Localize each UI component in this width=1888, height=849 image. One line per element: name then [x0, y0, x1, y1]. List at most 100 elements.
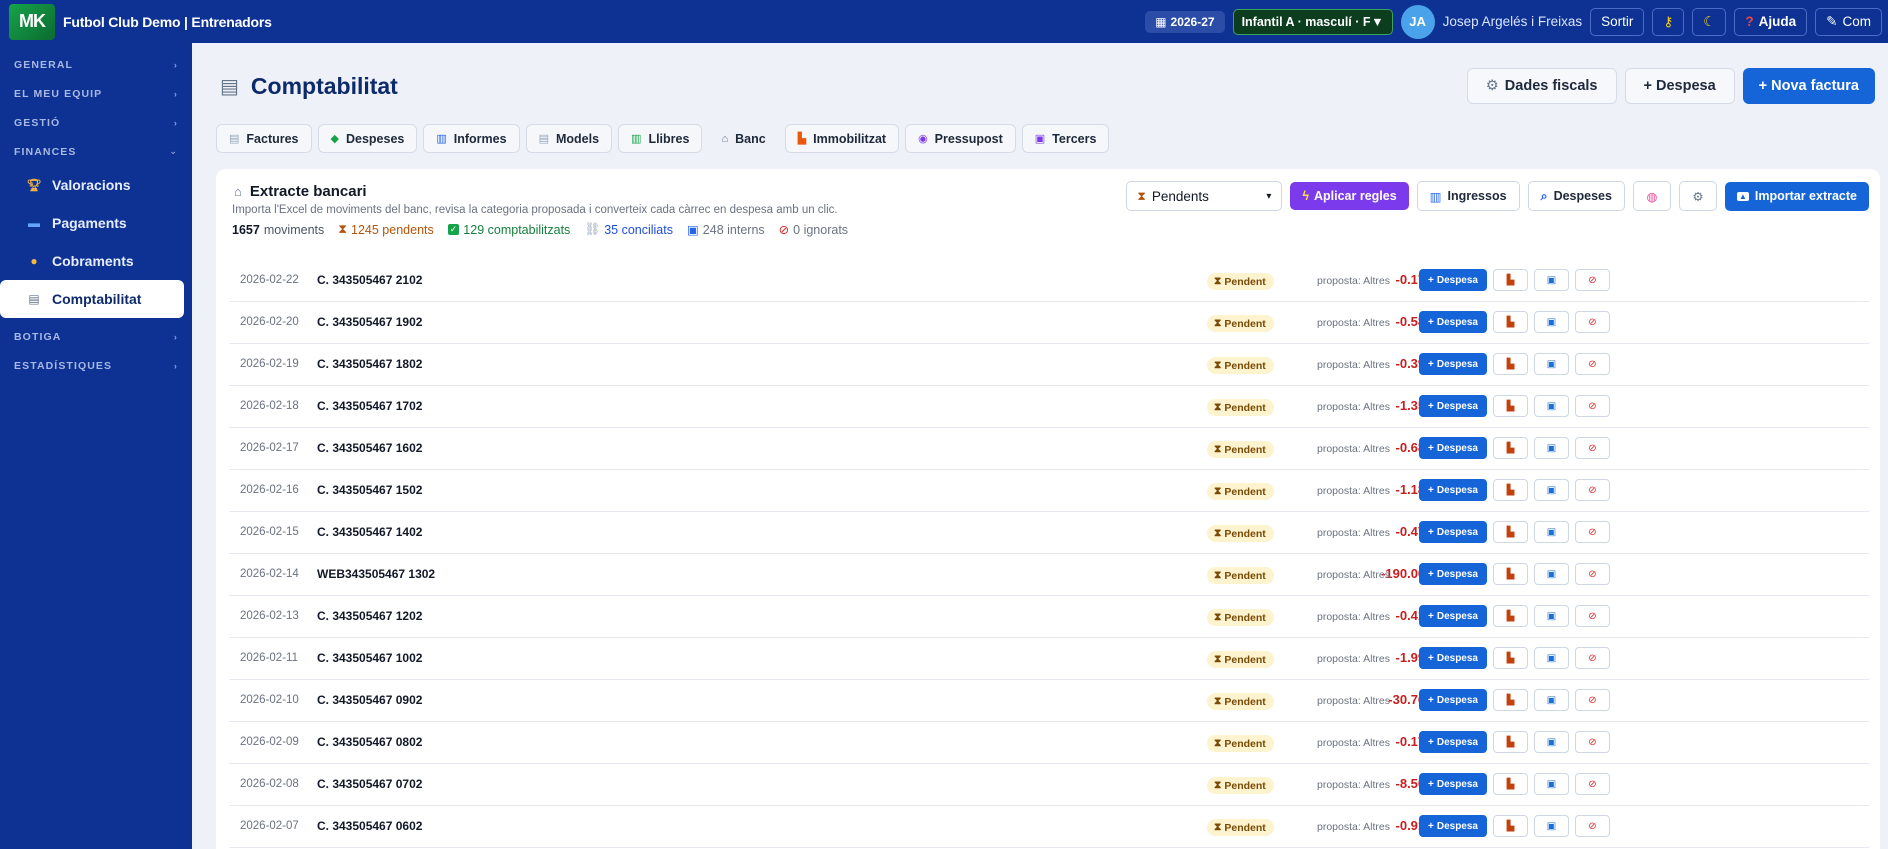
- tab-factures[interactable]: ▤ Factures: [216, 124, 312, 153]
- tab-immobilitzat[interactable]: ▙ Immobilitzat: [784, 124, 900, 153]
- asset-button[interactable]: ▙: [1492, 773, 1528, 795]
- tab-tercers[interactable]: ▣ Tercers: [1021, 124, 1110, 153]
- new-invoice-button[interactable]: + Nova factura: [1742, 68, 1875, 104]
- key-icon: ⚷: [1663, 13, 1674, 29]
- table-row: 2026-02-14 WEB343505467 1302 -190.00 € ⧗ Pen…: [229, 554, 1869, 596]
- settings-button[interactable]: ⚙: [1678, 181, 1717, 211]
- create-expense-button[interactable]: + Despesa: [1419, 353, 1487, 375]
- key-button[interactable]: ⚷: [1652, 7, 1685, 36]
- internal-transfer-button[interactable]: ▣: [1533, 647, 1569, 669]
- internal-transfer-button[interactable]: ▣: [1533, 437, 1569, 459]
- avatar[interactable]: JA: [1400, 4, 1435, 39]
- internal-transfer-button[interactable]: ▣: [1533, 353, 1569, 375]
- internal-transfer-button[interactable]: ▣: [1533, 731, 1569, 753]
- apply-rules-button[interactable]: ϟ Aplicar regles: [1290, 182, 1409, 210]
- internal-transfer-button[interactable]: ▣: [1533, 395, 1569, 417]
- asset-button[interactable]: ▙: [1492, 311, 1528, 333]
- incomes-button[interactable]: ▥ Ingressos: [1416, 181, 1520, 211]
- internal-transfer-button[interactable]: ▣: [1533, 311, 1569, 333]
- internal-transfer-button[interactable]: ▣: [1533, 563, 1569, 585]
- team-select[interactable]: Infantil A · masculí · F ▼: [1232, 8, 1393, 35]
- transactions-list: 2026-02-22 C. 343505467 2102 -0.17 € ⧗ Pende…: [229, 260, 1869, 848]
- asset-button[interactable]: ▙: [1492, 605, 1528, 627]
- internal-transfer-button[interactable]: ▣: [1533, 815, 1569, 837]
- season-badge[interactable]: ▦ 2026-27: [1145, 10, 1225, 33]
- ignore-button[interactable]: ⊘: [1574, 437, 1610, 459]
- ban-icon: ⊘: [1588, 484, 1597, 496]
- asset-button[interactable]: ▙: [1492, 815, 1528, 837]
- ignore-button[interactable]: ⊘: [1574, 815, 1610, 837]
- ignore-button[interactable]: ⊘: [1574, 395, 1610, 417]
- ignore-button[interactable]: ⊘: [1574, 689, 1610, 711]
- bank-icon: ⌂: [721, 132, 729, 145]
- help-button[interactable]: ? Ajuda: [1734, 7, 1808, 36]
- ignore-button[interactable]: ⊘: [1574, 269, 1610, 291]
- create-expense-button[interactable]: + Despesa: [1419, 395, 1487, 417]
- fiscal-data-button[interactable]: ⚙ Dades fiscals: [1466, 68, 1617, 104]
- create-expense-button[interactable]: + Despesa: [1419, 479, 1487, 501]
- asset-button[interactable]: ▙: [1492, 647, 1528, 669]
- create-expense-button[interactable]: + Despesa: [1419, 311, 1487, 333]
- internal-transfer-button[interactable]: ▣: [1533, 605, 1569, 627]
- app-logo[interactable]: MK: [9, 3, 55, 40]
- tab-models[interactable]: ▤ Models: [525, 124, 613, 153]
- ai-categorize-button[interactable]: ◍: [1632, 181, 1671, 211]
- create-expense-button[interactable]: + Despesa: [1419, 521, 1487, 543]
- sidebar-section-finances[interactable]: FINANCES ⌄: [0, 137, 192, 166]
- create-expense-button[interactable]: + Despesa: [1419, 563, 1487, 585]
- sidebar-section-el-meu-equip[interactable]: EL MEU EQUIP ›: [0, 79, 192, 108]
- sidebar-item-cobraments[interactable]: ● Cobraments: [0, 242, 192, 280]
- hourglass-icon: ⧗: [1214, 737, 1222, 749]
- sidebar-item-valoracions[interactable]: 🏆︎ Valoracions: [0, 166, 192, 204]
- asset-button[interactable]: ▙: [1492, 395, 1528, 417]
- ignore-button[interactable]: ⊘: [1574, 773, 1610, 795]
- asset-button[interactable]: ▙: [1492, 437, 1528, 459]
- ignore-button[interactable]: ⊘: [1574, 647, 1610, 669]
- tab-pressupost[interactable]: ◉ Pressupost: [905, 124, 1016, 153]
- sidebar-item-pagaments[interactable]: ▬ Pagaments: [0, 204, 192, 242]
- sidebar-section-estadistiques[interactable]: ESTADÍSTIQUES ›: [0, 351, 192, 380]
- create-expense-button[interactable]: + Despesa: [1419, 269, 1487, 291]
- asset-button[interactable]: ▙: [1492, 353, 1528, 375]
- asset-button[interactable]: ▙: [1492, 689, 1528, 711]
- sidebar-section-general[interactable]: GENERAL ›: [0, 50, 192, 79]
- ignore-button[interactable]: ⊘: [1574, 353, 1610, 375]
- create-expense-button[interactable]: + Despesa: [1419, 689, 1487, 711]
- logout-button[interactable]: Sortir: [1590, 7, 1645, 36]
- ignore-button[interactable]: ⊘: [1574, 479, 1610, 501]
- internal-transfer-button[interactable]: ▣: [1533, 479, 1569, 501]
- asset-button[interactable]: ▙: [1492, 521, 1528, 543]
- tab-informes[interactable]: ▥ Informes: [423, 124, 520, 153]
- ignore-button[interactable]: ⊘: [1574, 731, 1610, 753]
- create-expense-button[interactable]: + Despesa: [1419, 437, 1487, 459]
- dark-mode-button[interactable]: ☾: [1692, 7, 1727, 36]
- share-button[interactable]: ✎ Com: [1815, 7, 1882, 36]
- ignore-button[interactable]: ⊘: [1574, 605, 1610, 627]
- create-expense-button[interactable]: + Despesa: [1419, 647, 1487, 669]
- expenses-button[interactable]: ⌕ Despeses: [1527, 181, 1625, 211]
- create-expense-button[interactable]: + Despesa: [1419, 815, 1487, 837]
- sidebar-section-gestio[interactable]: GESTIÓ ›: [0, 108, 192, 137]
- create-expense-button[interactable]: + Despesa: [1419, 731, 1487, 753]
- tab-llibres[interactable]: ▥ Llibres: [618, 124, 703, 153]
- create-expense-button[interactable]: + Despesa: [1419, 605, 1487, 627]
- asset-button[interactable]: ▙: [1492, 731, 1528, 753]
- asset-button[interactable]: ▙: [1492, 563, 1528, 585]
- asset-button[interactable]: ▙: [1492, 269, 1528, 291]
- sidebar-item-comptabilitat[interactable]: ▤ Comptabilitat: [0, 280, 184, 318]
- sidebar-section-botiga[interactable]: BOTIGA ›: [0, 322, 192, 351]
- internal-transfer-button[interactable]: ▣: [1533, 521, 1569, 543]
- internal-transfer-button[interactable]: ▣: [1533, 773, 1569, 795]
- ignore-button[interactable]: ⊘: [1574, 563, 1610, 585]
- internal-transfer-button[interactable]: ▣: [1533, 689, 1569, 711]
- tab-despeses[interactable]: ◆ Despeses: [317, 124, 418, 153]
- ignore-button[interactable]: ⊘: [1574, 521, 1610, 543]
- import-statement-button[interactable]: ▲ Importar extracte: [1724, 181, 1869, 211]
- ignore-button[interactable]: ⊘: [1574, 311, 1610, 333]
- create-expense-button[interactable]: + Despesa: [1419, 773, 1487, 795]
- tab-banc[interactable]: ⌂ Banc: [708, 124, 778, 153]
- asset-button[interactable]: ▙: [1492, 479, 1528, 501]
- status-filter-select[interactable]: ⧗ Pendents ▾: [1126, 181, 1283, 211]
- add-expense-button[interactable]: + Despesa: [1624, 68, 1735, 104]
- internal-transfer-button[interactable]: ▣: [1533, 269, 1569, 291]
